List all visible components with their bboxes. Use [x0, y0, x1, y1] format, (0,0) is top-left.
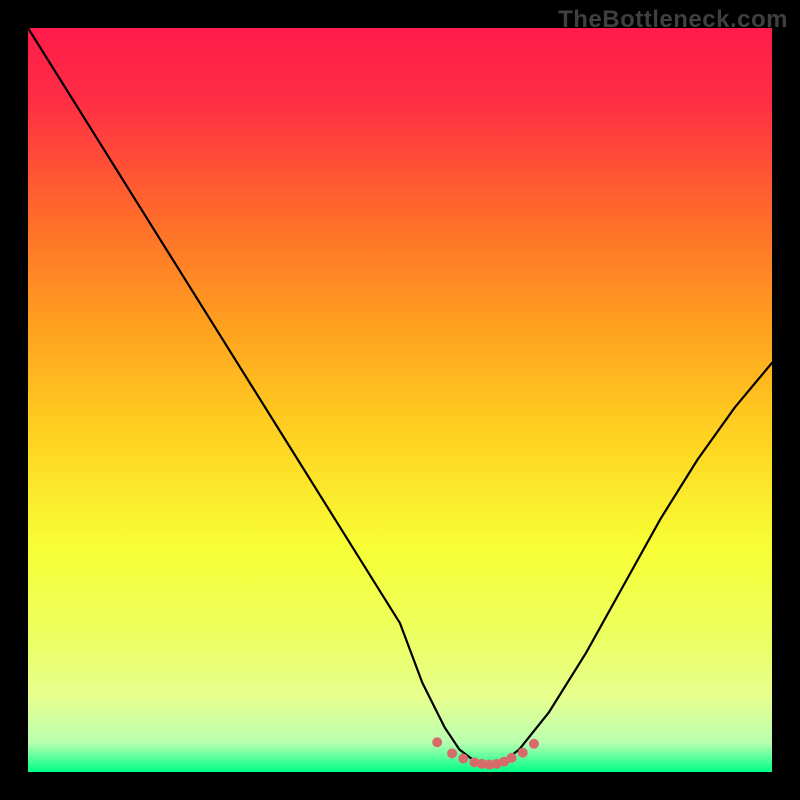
minimum-marker — [432, 737, 442, 747]
chart-frame: TheBottleneck.com — [0, 0, 800, 800]
minimum-marker — [518, 748, 528, 758]
minimum-marker — [447, 748, 457, 758]
minimum-marker — [507, 753, 517, 763]
watermark-text: TheBottleneck.com — [558, 6, 788, 34]
plot-area — [28, 28, 772, 772]
minimum-marker — [529, 739, 539, 749]
gradient-background — [28, 28, 772, 772]
chart-svg — [28, 28, 772, 772]
minimum-marker — [458, 754, 468, 764]
